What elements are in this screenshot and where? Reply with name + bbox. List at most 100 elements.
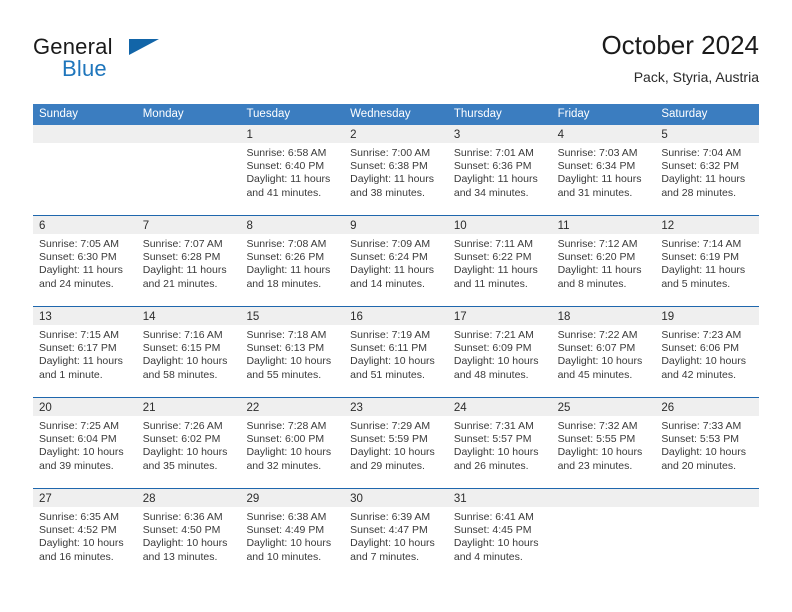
day-detail-line: Sunrise: 6:39 AM xyxy=(350,511,431,523)
day-detail-line: Sunrise: 7:18 AM xyxy=(246,329,327,341)
day-detail-line: Sunset: 4:52 PM xyxy=(39,524,117,537)
day-details: Sunrise: 7:00 AM Sunset: 6:38 PM Daylight:… xyxy=(344,143,448,200)
day-detail-line: Sunset: 6:30 PM xyxy=(39,251,117,264)
day-number: 21 xyxy=(142,402,156,414)
day-detail-line: Sunset: 5:55 PM xyxy=(557,433,636,446)
day-detail-line: Daylight: 11 hours xyxy=(142,264,227,277)
day-detail-line: and 26 minutes. xyxy=(453,459,529,472)
day-cell-11[interactable]: 11 Sunrise: 7:12 AM Sunset: 6:20 PM Dayligh… xyxy=(551,216,656,306)
day-cell-28[interactable]: 28 Sunrise: 6:36 AM Sunset: 4:50 PM Dayligh… xyxy=(136,489,241,579)
day-detail-line: Daylight: 11 hours xyxy=(350,173,435,186)
day-detail-line: Daylight: 10 hours xyxy=(453,355,539,368)
page-subtitle: Pack, Styria, Austria xyxy=(633,69,759,85)
day-cell-23[interactable]: 23 Sunrise: 7:29 AM Sunset: 5:59 PM Dayligh… xyxy=(344,398,448,488)
weekday-header-thursday: Thursday xyxy=(453,108,502,120)
day-cell-30[interactable]: 30 Sunrise: 6:39 AM Sunset: 4:47 PM Dayligh… xyxy=(344,489,448,579)
day-details xyxy=(33,143,137,147)
day-detail-line: Sunrise: 6:36 AM xyxy=(142,511,223,523)
day-detail-line: and 34 minutes. xyxy=(453,186,529,199)
day-detail-line: and 38 minutes. xyxy=(350,186,425,199)
weekday-header-wednesday: Wednesday xyxy=(350,108,411,120)
day-number-band: 15 xyxy=(240,307,345,325)
brand-logo[interactable]: General Blue xyxy=(33,30,253,92)
day-detail-line: Sunrise: 7:25 AM xyxy=(39,420,119,432)
day-cell-21[interactable]: 21 Sunrise: 7:26 AM Sunset: 6:02 PM Dayligh… xyxy=(136,398,241,488)
day-cell-26[interactable]: 26 Sunrise: 7:33 AM Sunset: 5:53 PM Dayligh… xyxy=(655,398,760,488)
day-detail-line: Sunset: 6:38 PM xyxy=(350,160,428,173)
day-number-band: 20 xyxy=(33,398,137,416)
day-detail-line: Sunrise: 7:14 AM xyxy=(661,238,742,250)
day-detail-line: Daylight: 10 hours xyxy=(350,446,435,459)
day-cell-empty xyxy=(136,125,241,215)
day-number: 17 xyxy=(453,311,467,323)
day-cell-17[interactable]: 17 Sunrise: 7:21 AM Sunset: 6:09 PM Dayligh… xyxy=(447,307,552,397)
day-cell-6[interactable]: 6 Sunrise: 7:05 AM Sunset: 6:30 PM Daylight… xyxy=(33,216,137,306)
day-detail-line: and 7 minutes. xyxy=(350,550,420,563)
weekday-header-sunday: Sunday xyxy=(39,108,79,120)
day-cell-4[interactable]: 4 Sunrise: 7:03 AM Sunset: 6:34 PM Daylight… xyxy=(551,125,656,215)
calendar-week-row: 1 Sunrise: 6:58 AM Sunset: 6:40 PM Daylight… xyxy=(33,125,760,215)
day-detail-line: Daylight: 10 hours xyxy=(350,355,435,368)
day-cell-15[interactable]: 15 Sunrise: 7:18 AM Sunset: 6:13 PM Dayligh… xyxy=(240,307,345,397)
day-cell-10[interactable]: 10 Sunrise: 7:11 AM Sunset: 6:22 PM Dayligh… xyxy=(447,216,552,306)
day-cell-16[interactable]: 16 Sunrise: 7:19 AM Sunset: 6:11 PM Dayligh… xyxy=(344,307,448,397)
day-cell-14[interactable]: 14 Sunrise: 7:16 AM Sunset: 6:15 PM Dayligh… xyxy=(136,307,241,397)
day-detail-line: Sunrise: 6:58 AM xyxy=(246,147,327,159)
day-details: Sunrise: 7:05 AM Sunset: 6:30 PM Daylight:… xyxy=(33,234,137,291)
day-cell-8[interactable]: 8 Sunrise: 7:08 AM Sunset: 6:26 PM Daylight… xyxy=(240,216,345,306)
day-detail-line: Sunrise: 7:31 AM xyxy=(453,420,534,432)
day-detail-line: and 21 minutes. xyxy=(142,277,218,290)
day-number: 27 xyxy=(39,493,52,505)
day-cell-19[interactable]: 19 Sunrise: 7:23 AM Sunset: 6:06 PM Dayligh… xyxy=(655,307,760,397)
day-number: 29 xyxy=(246,493,260,505)
day-cell-20[interactable]: 20 Sunrise: 7:25 AM Sunset: 6:04 PM Dayligh… xyxy=(33,398,137,488)
day-cell-empty xyxy=(551,489,656,579)
day-detail-line: and 20 minutes. xyxy=(661,459,737,472)
day-cell-3[interactable]: 3 Sunrise: 7:01 AM Sunset: 6:36 PM Daylight… xyxy=(447,125,552,215)
triangle-logo-icon xyxy=(129,39,159,55)
day-number: 10 xyxy=(453,220,467,232)
day-cell-13[interactable]: 13 Sunrise: 7:15 AM Sunset: 6:17 PM Dayligh… xyxy=(33,307,137,397)
day-detail-line: Daylight: 10 hours xyxy=(453,446,539,459)
day-details: Sunrise: 6:41 AM Sunset: 4:45 PM Daylight:… xyxy=(448,507,552,564)
day-details: Sunrise: 7:18 AM Sunset: 6:13 PM Daylight:… xyxy=(240,325,344,382)
day-details xyxy=(655,507,759,511)
day-details: Sunrise: 6:58 AM Sunset: 6:40 PM Daylight:… xyxy=(240,143,344,200)
day-detail-line: and 51 minutes. xyxy=(350,368,425,381)
day-cell-31[interactable]: 31 Sunrise: 6:41 AM Sunset: 4:45 PM Dayligh… xyxy=(447,489,552,579)
day-cell-18[interactable]: 18 Sunrise: 7:22 AM Sunset: 6:07 PM Dayligh… xyxy=(551,307,656,397)
day-number-band: 16 xyxy=(344,307,448,325)
day-detail-line: Sunrise: 7:33 AM xyxy=(661,420,742,432)
day-detail-line: Sunrise: 6:35 AM xyxy=(39,511,119,523)
day-detail-line: and 41 minutes. xyxy=(246,186,322,199)
day-number: 9 xyxy=(350,220,357,232)
day-cell-25[interactable]: 25 Sunrise: 7:32 AM Sunset: 5:55 PM Dayligh… xyxy=(551,398,656,488)
day-detail-line: Sunset: 5:59 PM xyxy=(350,433,428,446)
day-cell-29[interactable]: 29 Sunrise: 6:38 AM Sunset: 4:49 PM Dayligh… xyxy=(240,489,345,579)
day-details xyxy=(137,143,241,147)
day-cell-7[interactable]: 7 Sunrise: 7:07 AM Sunset: 6:28 PM Daylight… xyxy=(136,216,241,306)
day-detail-line: and 32 minutes. xyxy=(246,459,322,472)
day-detail-line: Sunrise: 7:07 AM xyxy=(142,238,223,250)
day-details: Sunrise: 7:26 AM Sunset: 6:02 PM Daylight:… xyxy=(137,416,241,473)
calendar-week-row: 13 Sunrise: 7:15 AM Sunset: 6:17 PM Dayligh… xyxy=(33,306,760,397)
day-details: Sunrise: 7:07 AM Sunset: 6:28 PM Daylight:… xyxy=(137,234,241,291)
day-number-band: 1 xyxy=(240,125,345,143)
day-detail-line: and 48 minutes. xyxy=(453,368,529,381)
day-number-band xyxy=(136,125,241,143)
day-detail-line: Daylight: 10 hours xyxy=(246,537,332,550)
day-number-band xyxy=(33,125,137,143)
day-number: 30 xyxy=(350,493,363,505)
day-cell-5[interactable]: 5 Sunrise: 7:04 AM Sunset: 6:32 PM Daylight… xyxy=(655,125,760,215)
day-cell-24[interactable]: 24 Sunrise: 7:31 AM Sunset: 5:57 PM Dayligh… xyxy=(447,398,552,488)
day-details: Sunrise: 7:21 AM Sunset: 6:09 PM Daylight:… xyxy=(448,325,552,382)
day-cell-22[interactable]: 22 Sunrise: 7:28 AM Sunset: 6:00 PM Dayligh… xyxy=(240,398,345,488)
day-cell-12[interactable]: 12 Sunrise: 7:14 AM Sunset: 6:19 PM Dayligh… xyxy=(655,216,760,306)
day-cell-27[interactable]: 27 Sunrise: 6:35 AM Sunset: 4:52 PM Dayligh… xyxy=(33,489,137,579)
day-details: Sunrise: 7:31 AM Sunset: 5:57 PM Daylight:… xyxy=(448,416,552,473)
day-cell-9[interactable]: 9 Sunrise: 7:09 AM Sunset: 6:24 PM Daylight… xyxy=(344,216,448,306)
day-detail-line: Sunrise: 7:32 AM xyxy=(557,420,638,432)
day-detail-line: Daylight: 11 hours xyxy=(350,264,435,277)
day-cell-2[interactable]: 2 Sunrise: 7:00 AM Sunset: 6:38 PM Daylight… xyxy=(344,125,448,215)
day-cell-1[interactable]: 1 Sunrise: 6:58 AM Sunset: 6:40 PM Daylight… xyxy=(240,125,345,215)
